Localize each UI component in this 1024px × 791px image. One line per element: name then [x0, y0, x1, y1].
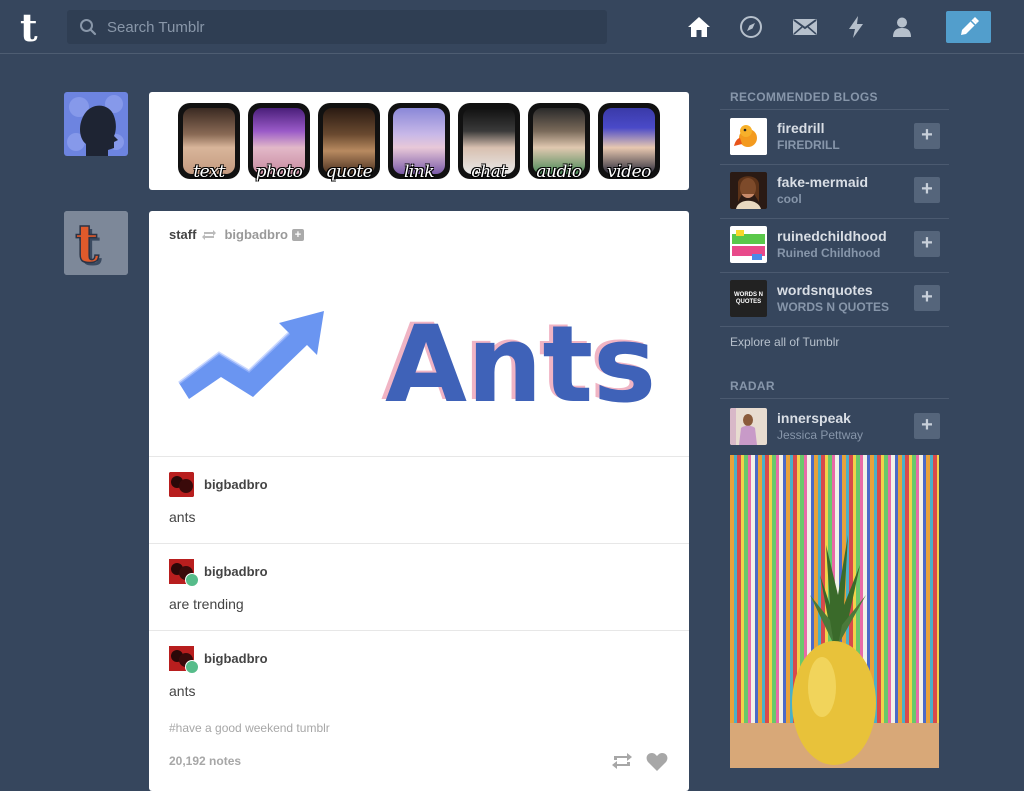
- divider: [149, 630, 689, 631]
- blog-name: wordsnquotes: [777, 282, 873, 298]
- svg-text:Ants: Ants: [385, 303, 656, 426]
- explore-all-link[interactable]: Explore all of Tumblr: [730, 335, 839, 349]
- post-type-quote[interactable]: quote: [318, 103, 380, 182]
- reblog-entry: bigbadbro are trending: [169, 558, 669, 612]
- innerspeak-avatar: [730, 408, 767, 445]
- wordsnquotes-avatar: WORDS N QUOTES: [730, 280, 767, 317]
- ruinedchildhood-avatar: [730, 226, 767, 263]
- reblogged-from-link[interactable]: bigbadbro: [224, 227, 288, 242]
- recommended-blogs-heading: RECOMMENDED BLOGS: [730, 90, 878, 104]
- follow-plus-icon[interactable]: +: [292, 228, 304, 241]
- recommended-blog-item[interactable]: fake-mermaid cool +: [720, 164, 949, 218]
- heart-icon: [646, 753, 668, 771]
- divider: [720, 398, 949, 399]
- firedrill-avatar: [730, 118, 767, 155]
- follow-blog-button[interactable]: +: [914, 123, 940, 149]
- user-avatar-default[interactable]: [64, 92, 128, 156]
- follow-blog-button[interactable]: +: [914, 231, 940, 257]
- recommended-blog-item[interactable]: WORDS N QUOTES wordsnquotes WORDS N QUOT…: [720, 272, 949, 326]
- reblog-text: ants: [169, 509, 196, 525]
- post-type-text[interactable]: text: [178, 103, 240, 182]
- post-type-photo[interactable]: photo: [248, 103, 310, 182]
- recommended-blog-item[interactable]: firedrill FIREDRILL +: [720, 110, 949, 164]
- divider: [149, 456, 689, 457]
- svg-text:t: t: [20, 9, 38, 45]
- blog-name: ruinedchildhood: [777, 228, 887, 244]
- trending-ants-banner: Ants Ants: [149, 251, 689, 456]
- blog-subtitle: Jessica Pettway: [777, 428, 864, 442]
- inbox-mail-icon[interactable]: [792, 14, 818, 40]
- activity-lightning-icon[interactable]: [843, 14, 869, 40]
- post-author-link[interactable]: staff: [169, 227, 196, 242]
- search-icon: [79, 18, 97, 36]
- tumblr-logo[interactable]: t: [18, 5, 48, 50]
- pencil-icon: [960, 17, 979, 35]
- follow-blog-button[interactable]: +: [914, 413, 940, 439]
- post-type-link[interactable]: link: [388, 103, 450, 182]
- radar-post-image[interactable]: [730, 455, 939, 768]
- bigbadbro-avatar[interactable]: [169, 645, 199, 674]
- account-person-icon[interactable]: [889, 14, 915, 40]
- staff-avatar[interactable]: t t: [64, 211, 128, 275]
- radar-heading: RADAR: [730, 379, 775, 393]
- bigbadbro-avatar[interactable]: [169, 471, 194, 497]
- post-type-chat[interactable]: chat: [458, 103, 520, 182]
- reblog-button[interactable]: [611, 752, 633, 775]
- like-button[interactable]: [646, 752, 668, 777]
- post-type-audio[interactable]: audio: [528, 103, 590, 182]
- post-type-video[interactable]: video: [598, 103, 660, 182]
- blog-name: fake-mermaid: [777, 174, 869, 190]
- reblog-icon: [612, 753, 632, 769]
- divider: [720, 326, 949, 327]
- reblog-entry: bigbadbro ants: [169, 471, 669, 525]
- post-header: staff bigbadbro +: [169, 227, 304, 242]
- follow-blog-button[interactable]: +: [914, 285, 940, 311]
- search-box[interactable]: [67, 10, 607, 44]
- reblogger-name[interactable]: bigbadbro: [204, 477, 268, 492]
- bigbadbro-avatar[interactable]: [169, 558, 199, 587]
- explore-compass-icon[interactable]: [738, 14, 764, 40]
- blog-name: firedrill: [777, 120, 825, 136]
- fake-mermaid-avatar: [730, 172, 767, 209]
- recommended-blog-item[interactable]: ruinedchildhood Ruined Childhood +: [720, 218, 949, 272]
- blog-name: innerspeak: [777, 410, 851, 426]
- compose-post-button[interactable]: [946, 11, 991, 43]
- blog-subtitle: Ruined Childhood: [777, 246, 881, 260]
- post-notes-count[interactable]: 20,192 notes: [169, 754, 241, 768]
- reblog-badge-icon: [185, 659, 199, 674]
- reblog-text: ants: [169, 683, 196, 699]
- radar-blog-item[interactable]: innerspeak Jessica Pettway +: [720, 400, 949, 454]
- search-input[interactable]: [105, 17, 589, 37]
- divider: [149, 543, 689, 544]
- reblog-badge-icon: [185, 572, 199, 587]
- top-navigation-bar: t: [0, 0, 1024, 54]
- dashboard-post: staff bigbadbro + Ants Ants bigbadbro an…: [149, 211, 689, 791]
- home-icon[interactable]: [686, 14, 712, 40]
- reblog-text: are trending: [169, 596, 244, 612]
- reblogger-name[interactable]: bigbadbro: [204, 564, 268, 579]
- reblog-icon: [202, 229, 217, 240]
- follow-blog-button[interactable]: +: [914, 177, 940, 203]
- svg-text:t: t: [75, 214, 99, 275]
- post-type-selector: text photo quote link chat audio video: [149, 92, 689, 190]
- post-tags[interactable]: #have a good weekend tumblr: [169, 721, 330, 735]
- reblogger-name[interactable]: bigbadbro: [204, 651, 268, 666]
- reblog-entry: bigbadbro ants: [169, 645, 669, 699]
- blog-subtitle: cool: [777, 192, 802, 206]
- blog-subtitle: FIREDRILL: [777, 138, 840, 152]
- blog-subtitle: WORDS N QUOTES: [777, 300, 890, 314]
